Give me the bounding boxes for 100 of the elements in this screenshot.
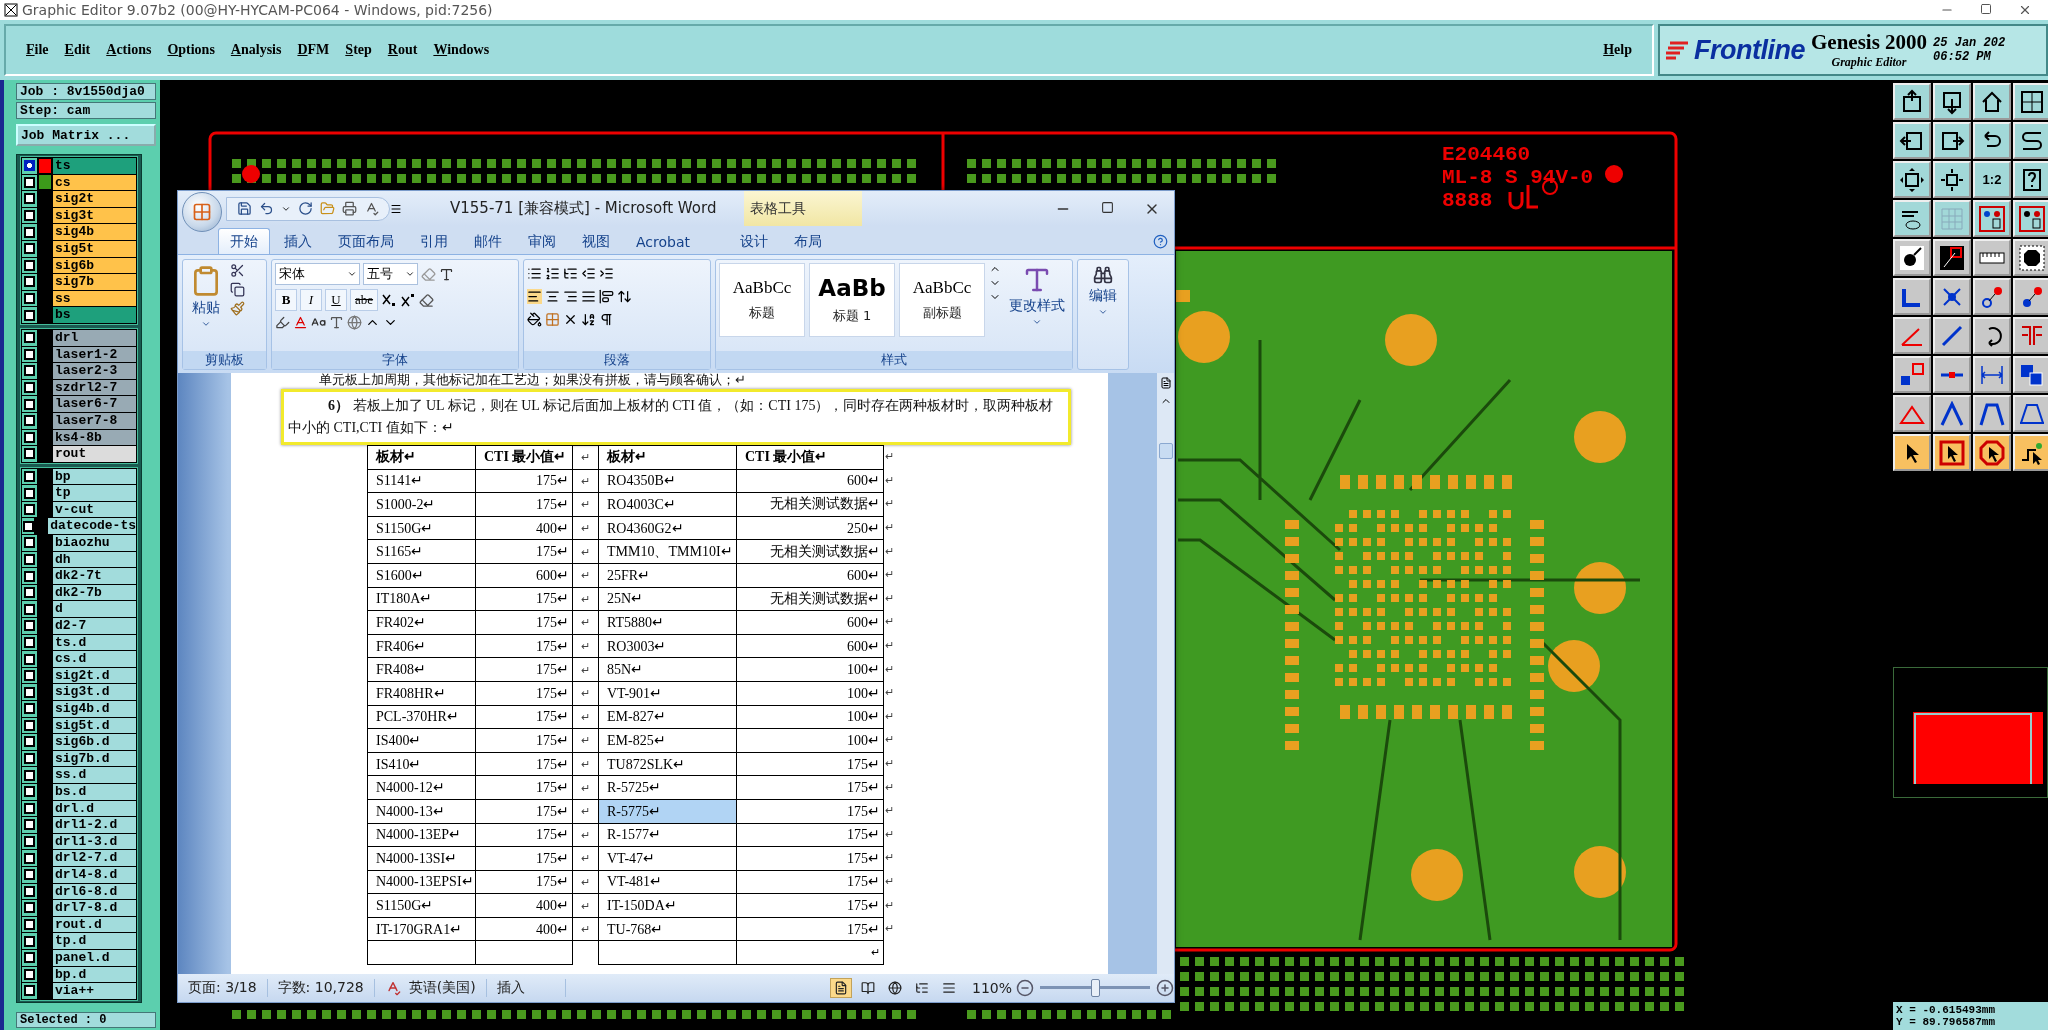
numbered-list-icon[interactable] <box>545 266 560 281</box>
tool-button[interactable] <box>2013 434 2048 471</box>
ribbon-tab[interactable]: 邮件 <box>462 228 514 254</box>
clear-format-icon[interactable] <box>419 292 435 308</box>
layer-name[interactable]: laser6-7 <box>53 396 136 412</box>
tool-button[interactable] <box>1933 434 1971 471</box>
layer-checkbox[interactable] <box>24 309 35 321</box>
shading-icon[interactable] <box>527 312 542 327</box>
tool-button[interactable] <box>2013 200 2048 237</box>
layer-checkbox[interactable] <box>24 160 35 172</box>
layer-name[interactable]: drl1-2.d <box>53 817 136 833</box>
layer-checkbox[interactable] <box>24 431 35 443</box>
layer-name[interactable]: drl6-8.d <box>53 883 136 900</box>
layer-checkbox[interactable] <box>24 968 35 980</box>
layer-checkbox[interactable] <box>24 919 35 930</box>
reading-layout-icon[interactable] <box>860 981 875 995</box>
layer-name[interactable]: drl7-8.d <box>53 900 136 916</box>
layer-name[interactable]: d <box>53 601 136 618</box>
tool-button[interactable] <box>1893 356 1931 393</box>
table-cross-icon[interactable] <box>563 312 578 327</box>
subscript-icon[interactable] <box>381 292 398 308</box>
layer-checkbox[interactable] <box>24 553 35 565</box>
layer-checkbox[interactable] <box>24 636 35 648</box>
layer-name[interactable]: szdrl2-7 <box>53 379 136 396</box>
maximize-icon[interactable] <box>1101 200 1114 214</box>
tool-button[interactable] <box>2013 161 2048 198</box>
line-spacing-icon[interactable] <box>617 289 632 304</box>
menu-item[interactable]: Options <box>161 42 221 58</box>
layer-name[interactable]: bs.d <box>53 783 136 800</box>
ribbon-tab[interactable]: Acrobat <box>624 228 702 254</box>
layer-checkbox[interactable] <box>24 259 35 271</box>
printer-icon[interactable] <box>342 201 357 216</box>
tool-button[interactable] <box>1933 395 1971 432</box>
layer-checkbox[interactable] <box>24 952 35 964</box>
font-color-icon[interactable] <box>293 315 308 330</box>
ribbon-tab[interactable]: 页面布局 <box>326 228 406 254</box>
pointer-icon[interactable] <box>1979 439 2005 466</box>
job-matrix-button[interactable]: Job Matrix ... <box>16 124 156 146</box>
layer-checkbox[interactable] <box>24 587 35 599</box>
layer-name[interactable]: sig5t <box>53 240 136 257</box>
tool-button[interactable] <box>2013 122 2048 159</box>
layer-name[interactable]: drl2-7.d <box>53 850 136 866</box>
layer-name[interactable]: sig3t <box>53 207 136 224</box>
tool-button[interactable] <box>1973 317 2011 354</box>
layer-checkbox[interactable] <box>22 520 34 532</box>
ribbon-tab[interactable]: 开始 <box>218 228 270 254</box>
caret-icon[interactable] <box>201 319 211 329</box>
format-button[interactable]: B <box>275 289 297 311</box>
sort-icon[interactable] <box>581 312 596 327</box>
layer-name[interactable]: dh <box>53 551 136 568</box>
office-logo-icon[interactable] <box>192 201 212 222</box>
paste-button[interactable]: 粘贴 <box>186 263 226 348</box>
layer-name[interactable]: v-cut <box>53 501 136 518</box>
layer-name[interactable]: sig4b <box>53 224 136 240</box>
layer-checkbox[interactable] <box>24 243 35 255</box>
caret-icon[interactable] <box>1032 317 1042 327</box>
redo-icon[interactable] <box>298 201 313 216</box>
layer-name[interactable]: bp.d <box>53 966 136 983</box>
maximize-icon[interactable] <box>1980 3 1992 15</box>
align-right-icon[interactable] <box>563 289 578 304</box>
tool-button[interactable] <box>1933 278 1971 315</box>
tool-button[interactable]: 1:2 <box>1973 161 2011 198</box>
layer-name[interactable]: cs.d <box>53 651 136 667</box>
tool-button[interactable] <box>1893 434 1931 471</box>
tool-button[interactable] <box>1973 434 2011 471</box>
layer-checkbox[interactable] <box>24 398 35 410</box>
tool-button[interactable] <box>1973 122 2011 159</box>
layer-name[interactable]: laser1-2 <box>53 346 136 363</box>
caret-icon[interactable] <box>405 269 415 279</box>
font-name-field[interactable]: 宋体 <box>275 263 360 285</box>
print-layout-icon[interactable] <box>833 981 848 995</box>
tool-button[interactable] <box>1933 317 1971 354</box>
language-label[interactable]: 英语(美国) <box>408 979 476 997</box>
layer-checkbox[interactable] <box>24 176 35 188</box>
tool-button[interactable] <box>1893 239 1931 276</box>
layer-name[interactable]: ks4-8b <box>53 429 136 446</box>
scissors-icon[interactable] <box>230 263 245 278</box>
tool-button[interactable] <box>1933 356 1971 393</box>
window-icon[interactable] <box>2019 88 2045 115</box>
octagon-pad-icon[interactable] <box>2019 244 2045 271</box>
ribbon-tab[interactable]: 引用 <box>408 228 460 254</box>
tool-button[interactable] <box>1933 239 1971 276</box>
layer-name[interactable]: sig2t.d <box>53 667 136 684</box>
layer-name[interactable]: ts <box>53 158 136 174</box>
layer-checkbox[interactable] <box>24 487 35 499</box>
menu-item[interactable]: Step <box>339 42 378 58</box>
tool-button[interactable] <box>1973 395 2011 432</box>
layer-checkbox[interactable] <box>24 193 35 205</box>
layer-name[interactable]: drl1-3.d <box>53 833 136 850</box>
tool-button[interactable] <box>1933 83 1971 120</box>
layer-name[interactable]: bp <box>53 468 136 485</box>
tool-button[interactable] <box>1933 122 1971 159</box>
layer-name[interactable]: drl4-8.d <box>53 866 136 883</box>
tool-button[interactable] <box>2013 356 2048 393</box>
layer-name[interactable]: sig6b.d <box>53 734 136 750</box>
layer-name[interactable]: drl <box>53 329 136 346</box>
layer-checkbox[interactable] <box>24 869 35 881</box>
layer-name[interactable]: tp.d <box>53 933 136 949</box>
justify-icon[interactable] <box>581 289 596 304</box>
layer-checkbox[interactable] <box>24 382 35 393</box>
